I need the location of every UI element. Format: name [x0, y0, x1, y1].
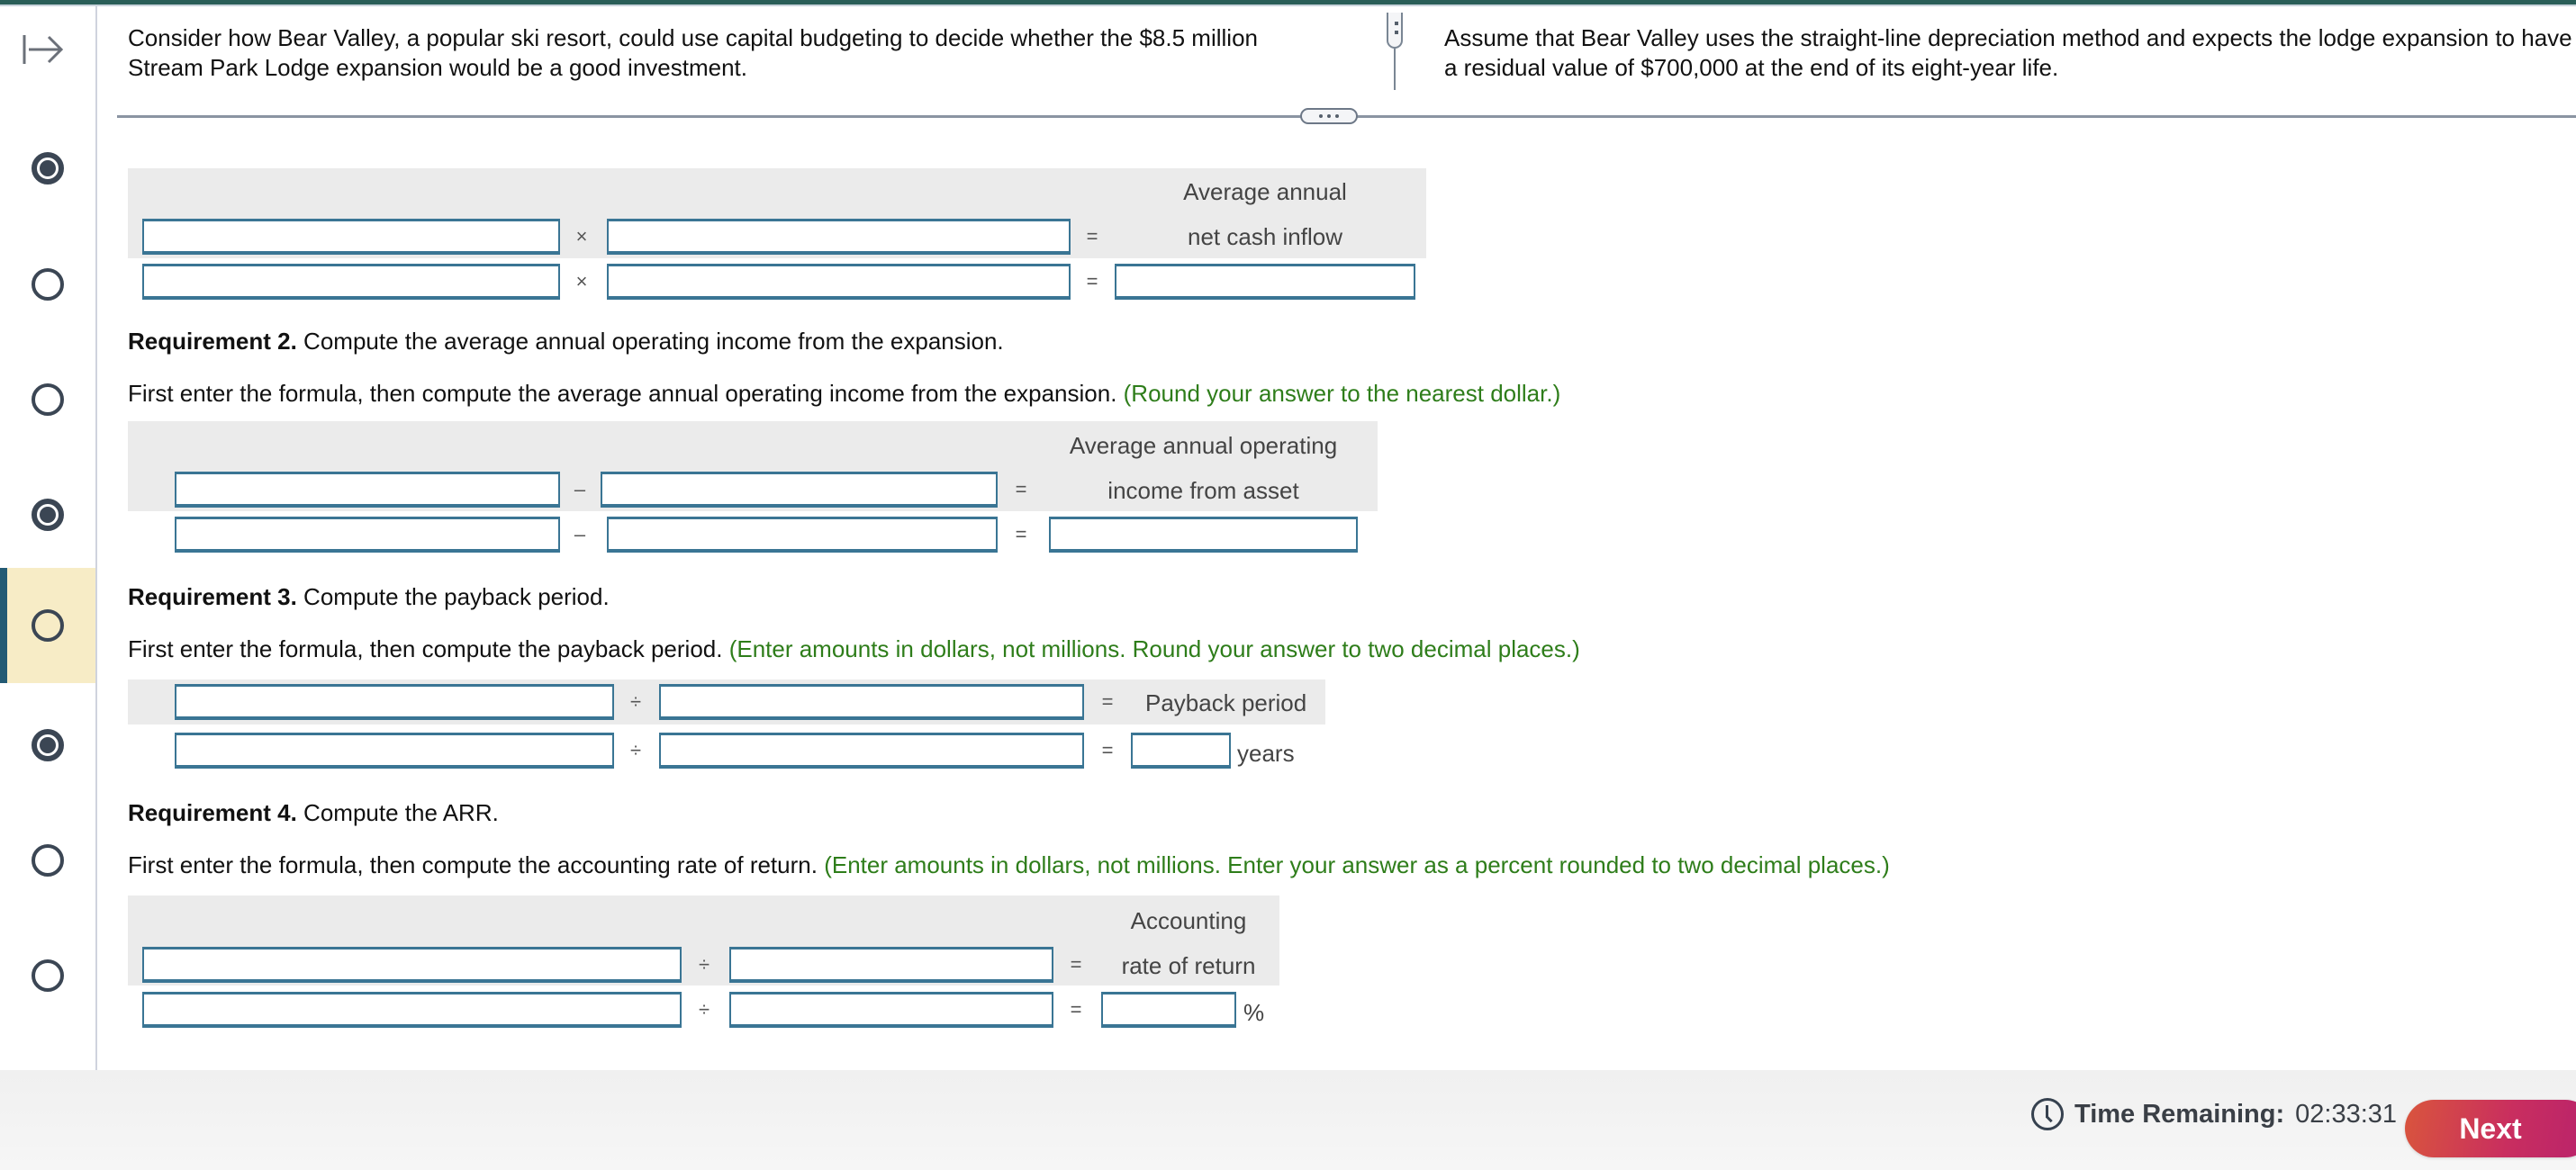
- req3-result-label: Payback period: [1145, 689, 1307, 716]
- req2-instruction: First enter the formula, then compute th…: [128, 380, 1560, 408]
- equals-operator: =: [1015, 478, 1027, 500]
- completed-radio-icon: [32, 152, 64, 184]
- divide-operator: ÷: [698, 953, 710, 976]
- req2-result-label-2: income from asset: [1107, 477, 1299, 504]
- req3-formula-term-2[interactable]: [659, 684, 1084, 720]
- equals-operator: =: [1086, 270, 1098, 292]
- req4-value-term-2[interactable]: [729, 992, 1053, 1028]
- question-nav-item-1[interactable]: [0, 111, 95, 226]
- question-nav-item-7[interactable]: [0, 803, 95, 918]
- question-nav-item-4[interactable]: [0, 457, 95, 572]
- question-nav-item-8[interactable]: [0, 918, 95, 1033]
- top-accent-underline: [0, 4, 2576, 6]
- vertical-pane-splitter[interactable]: [1387, 13, 1403, 90]
- question-nav-item-2[interactable]: [0, 227, 95, 342]
- pane-resize-handle[interactable]: [1300, 108, 1358, 124]
- problem-statement: Consider how Bear Valley, a popular ski …: [128, 24, 1258, 81]
- req4-value-term-1[interactable]: [142, 992, 682, 1028]
- req4-formula-term-2[interactable]: [729, 947, 1053, 983]
- req2-value-term-2[interactable]: [607, 517, 998, 553]
- time-remaining-label: Time Remaining:: [2074, 1099, 2285, 1129]
- multiply-operator: ×: [575, 270, 588, 292]
- equals-operator: =: [1101, 739, 1114, 761]
- equals-operator: =: [1070, 953, 1082, 976]
- incomplete-radio-icon: [32, 844, 64, 877]
- divide-operator: ÷: [698, 998, 710, 1021]
- multiply-operator: ×: [575, 225, 588, 248]
- question-nav-item-5-current[interactable]: [0, 568, 95, 683]
- completed-radio-icon: [32, 729, 64, 761]
- req3-hint: (Enter amounts in dollars, not millions.…: [728, 635, 1580, 662]
- incomplete-radio-icon: [32, 268, 64, 301]
- equals-operator: =: [1086, 225, 1098, 248]
- req4-result-label-2: rate of return: [1121, 952, 1256, 979]
- divide-operator: ÷: [629, 739, 642, 761]
- collapse-right-arrow-icon: [23, 35, 64, 64]
- req3-title: Requirement 3. Compute the payback perio…: [128, 583, 610, 611]
- time-remaining: Time Remaining: 02:33:31: [2031, 1096, 2397, 1132]
- req2-instruction-text: First enter the formula, then compute th…: [128, 380, 1124, 407]
- req3-answer-input[interactable]: [1131, 733, 1231, 769]
- assumption-line-1: Assume that Bear Valley uses the straigh…: [1444, 24, 2572, 51]
- req1-result-label-1: Average annual: [1183, 178, 1347, 205]
- req2-hint: (Round your answer to the nearest dollar…: [1123, 380, 1561, 407]
- minus-operator: –: [574, 478, 586, 500]
- req4-result-label-1: Accounting: [1130, 907, 1247, 934]
- splitter-grip-icon: [1387, 13, 1403, 49]
- req1-answer-input[interactable]: [1115, 264, 1415, 300]
- req2-title: Requirement 2. Compute the average annua…: [128, 328, 1004, 356]
- req4-title: Requirement 4. Compute the ARR.: [128, 799, 499, 827]
- question-nav-item-6[interactable]: [0, 688, 95, 803]
- req2-text: Compute the average annual operating inc…: [296, 328, 1004, 355]
- next-button[interactable]: Next: [2405, 1100, 2576, 1157]
- req4-instruction-text: First enter the formula, then compute th…: [128, 851, 825, 878]
- completed-radio-icon: [32, 499, 64, 531]
- req3-formula-term-1[interactable]: [175, 684, 614, 720]
- percent-unit-label: %: [1243, 999, 1265, 1026]
- years-unit-label: years: [1237, 740, 1295, 767]
- req3-value-term-2[interactable]: [659, 733, 1084, 769]
- req2-formula-term-1[interactable]: [175, 472, 560, 508]
- req4-formula-term-1[interactable]: [142, 947, 682, 983]
- assumption-line-2: a residual value of $700,000 at the end …: [1444, 54, 2059, 81]
- req3-instruction: First enter the formula, then compute th…: [128, 635, 1580, 663]
- clock-icon: [2031, 1098, 2064, 1130]
- incomplete-radio-icon: [32, 609, 64, 642]
- req4-label: Requirement 4.: [128, 799, 297, 826]
- req2-answer-input[interactable]: [1049, 517, 1358, 553]
- req2-result-label-1: Average annual operating: [1069, 432, 1338, 459]
- equals-operator: =: [1070, 998, 1082, 1021]
- divide-operator: ÷: [629, 690, 642, 713]
- equals-operator: =: [1015, 523, 1027, 545]
- req2-formula-term-2[interactable]: [601, 472, 998, 508]
- req1-formula-term-2[interactable]: [607, 219, 1071, 255]
- expand-rail-button[interactable]: [22, 32, 65, 68]
- equals-operator: =: [1101, 690, 1114, 713]
- incomplete-radio-icon: [32, 383, 64, 416]
- req2-value-term-1[interactable]: [175, 517, 560, 553]
- req4-text: Compute the ARR.: [296, 799, 499, 826]
- problem-assumption: Assume that Bear Valley uses the straigh…: [1444, 23, 2576, 83]
- req3-label: Requirement 3.: [128, 583, 297, 610]
- req4-hint: (Enter amounts in dollars, not millions.…: [824, 851, 1890, 878]
- req1-value-term-1[interactable]: [142, 264, 560, 300]
- time-remaining-value: 02:33:31: [2295, 1099, 2398, 1129]
- incomplete-radio-icon: [32, 959, 64, 992]
- req3-instruction-text: First enter the formula, then compute th…: [128, 635, 729, 662]
- req1-formula-term-1[interactable]: [142, 219, 560, 255]
- question-nav-rail: [0, 6, 97, 1079]
- req1-result-label-2: net cash inflow: [1188, 223, 1342, 250]
- req3-value-term-1[interactable]: [175, 733, 614, 769]
- req1-value-term-2[interactable]: [607, 264, 1071, 300]
- minus-operator: –: [574, 523, 586, 545]
- req4-answer-input[interactable]: [1101, 992, 1236, 1028]
- req3-text: Compute the payback period.: [296, 583, 610, 610]
- req4-instruction: First enter the formula, then compute th…: [128, 851, 1890, 879]
- req2-label: Requirement 2.: [128, 328, 297, 355]
- question-nav-item-3[interactable]: [0, 342, 95, 457]
